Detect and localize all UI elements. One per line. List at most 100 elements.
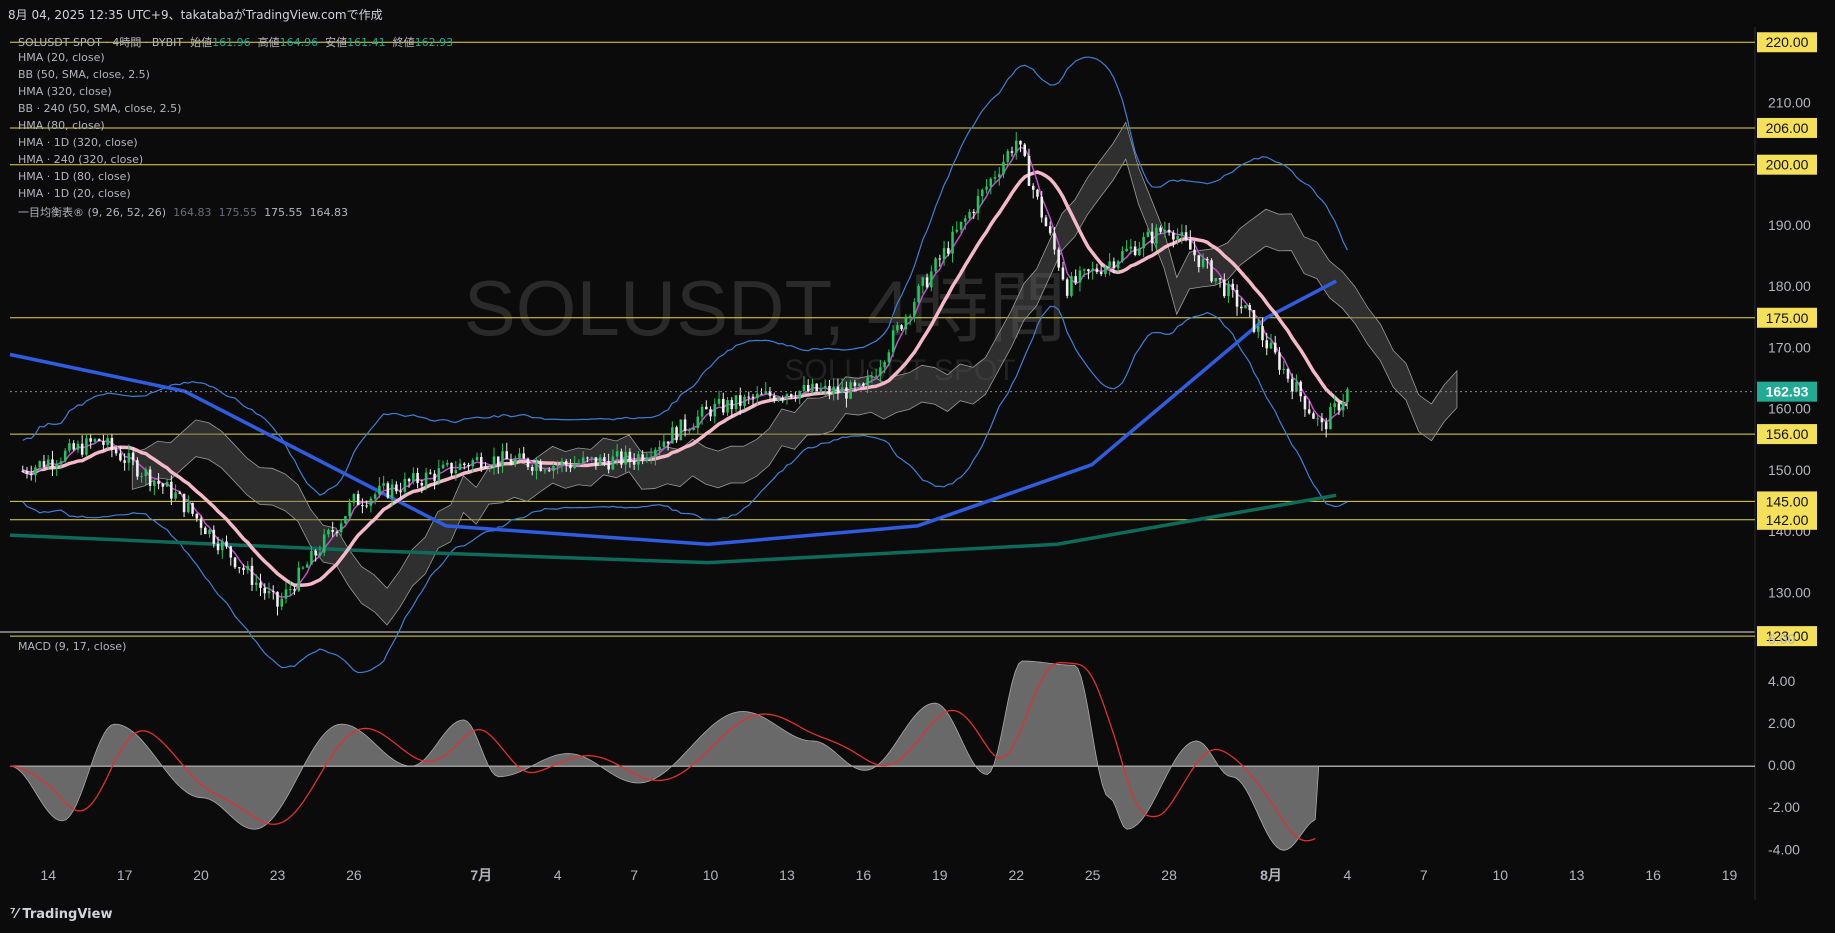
candle-body	[348, 502, 351, 517]
ichimoku-label: 一目均衡表® (9, 26, 52, 26)	[18, 206, 167, 219]
candle-body	[845, 387, 848, 399]
candle-body	[85, 438, 88, 455]
legend-indicator[interactable]: HMA · 1D (320, close)	[18, 136, 138, 149]
macd-tick-label: 0.00	[1768, 757, 1795, 773]
legend-ichimoku[interactable]: 一目均衡表® (9, 26, 52, 26) 164.83 175.55 175…	[18, 204, 348, 220]
candle-body	[1082, 269, 1086, 271]
candle-body	[611, 456, 615, 470]
candle-body	[717, 398, 721, 404]
candle-body	[327, 530, 330, 535]
candle-body	[263, 587, 267, 594]
time-tick-label: 7	[1420, 867, 1428, 883]
candle-body	[815, 383, 818, 392]
legend-close: 162.93	[414, 36, 454, 49]
legend-indicator[interactable]: HMA · 1D (20, close)	[18, 187, 131, 200]
candle-body	[1019, 140, 1022, 145]
candle-body	[662, 441, 666, 448]
candle-body	[709, 409, 712, 417]
candle-body	[900, 325, 903, 330]
candle-body	[1036, 189, 1039, 197]
candle-body	[981, 189, 984, 197]
candle-body	[722, 398, 725, 413]
candle-body	[148, 469, 152, 486]
candle-body	[535, 462, 538, 471]
candle-body	[921, 277, 925, 286]
candle-body	[373, 494, 377, 499]
candle-body	[1108, 261, 1111, 267]
candle-body	[1248, 305, 1252, 311]
legend-ohlc: SOLUSDT SPOT · 4時間 · BYBIT 始値161.96 高値16…	[18, 34, 453, 50]
candle-body	[632, 460, 636, 465]
candle-body	[369, 498, 373, 506]
candle-body	[314, 550, 317, 556]
candle-body	[403, 478, 407, 492]
candle-body	[755, 393, 759, 399]
candle-body	[620, 451, 623, 465]
candle-body	[539, 462, 542, 471]
candle-body	[72, 443, 75, 450]
candle-body	[785, 394, 789, 399]
legend-indicator[interactable]: BB · 240 (50, SMA, close, 2.5)	[18, 102, 181, 115]
time-tick-label: 20	[193, 867, 209, 883]
candle-body	[972, 211, 976, 214]
time-tick-label: 13	[1569, 867, 1585, 883]
candle-body	[738, 395, 742, 406]
candle-body	[195, 513, 199, 519]
candle-body	[628, 451, 632, 461]
time-tick-label: 22	[1008, 867, 1024, 883]
footer-bar	[0, 900, 1835, 933]
candle-body	[496, 456, 500, 467]
candle-body	[93, 439, 97, 442]
candle-body	[429, 472, 432, 474]
time-tick-label: 7月	[470, 867, 492, 883]
time-tick-label: 13	[779, 867, 795, 883]
legend-indicator[interactable]: HMA · 240 (320, close)	[18, 153, 143, 166]
candle-body	[1197, 255, 1201, 268]
macd-legend[interactable]: MACD (9, 17, close)	[18, 640, 126, 653]
candle-body	[356, 494, 360, 506]
candle-body	[556, 465, 559, 467]
watermark-title: SOLUSDT, 4時間	[464, 264, 1066, 352]
candle-body	[734, 395, 738, 410]
candle-body	[1138, 248, 1141, 255]
chart-canvas[interactable]: SOLUSDT, 4時間SOLUSDT SPOT130.00140.00150.…	[0, 0, 1835, 933]
candle-body	[63, 450, 67, 462]
candle-body	[382, 483, 385, 486]
candle-body	[1129, 246, 1133, 249]
level-price-label: 175.00	[1766, 310, 1809, 326]
candle-body	[976, 196, 980, 214]
candle-body	[964, 218, 967, 222]
candle-body	[887, 352, 891, 363]
candle-body	[879, 367, 882, 376]
candle-body	[34, 467, 37, 476]
candle-body	[293, 589, 296, 591]
candle-body	[573, 464, 576, 469]
candle-body	[811, 383, 814, 392]
candle-body	[1337, 403, 1341, 411]
candle-body	[467, 464, 470, 467]
candle-body	[475, 457, 479, 461]
time-tick-label: 16	[1645, 867, 1661, 883]
legend-indicator[interactable]: HMA (320, close)	[18, 85, 112, 98]
candle-body	[492, 456, 496, 467]
tradingview-logo[interactable]: ⁷⁄ TradingView	[10, 907, 112, 922]
legend-indicator[interactable]: BB (50, SMA, close, 2.5)	[18, 68, 150, 81]
legend-indicator[interactable]: HMA (20, close)	[18, 51, 105, 64]
candle-body	[446, 462, 449, 465]
candle-body	[242, 567, 245, 570]
legend-low: 161.41	[347, 36, 386, 49]
legend-low-label: 安値	[325, 36, 348, 49]
candle-body	[654, 449, 657, 457]
legend-symbol: SOLUSDT SPOT · 4時間 · BYBIT	[18, 36, 184, 49]
candle-body	[1002, 161, 1005, 175]
candle-body	[1256, 326, 1260, 332]
candle-body	[751, 396, 755, 399]
legend-indicator[interactable]: HMA (80, close)	[18, 119, 105, 132]
price-tick-label: 150.00	[1768, 462, 1811, 478]
candle-body	[420, 483, 424, 486]
legend-indicator[interactable]: HMA · 1D (80, close)	[18, 170, 131, 183]
candle-body	[696, 416, 700, 428]
candle-body	[658, 447, 661, 450]
candle-body	[21, 470, 25, 472]
candle-body	[726, 400, 729, 413]
